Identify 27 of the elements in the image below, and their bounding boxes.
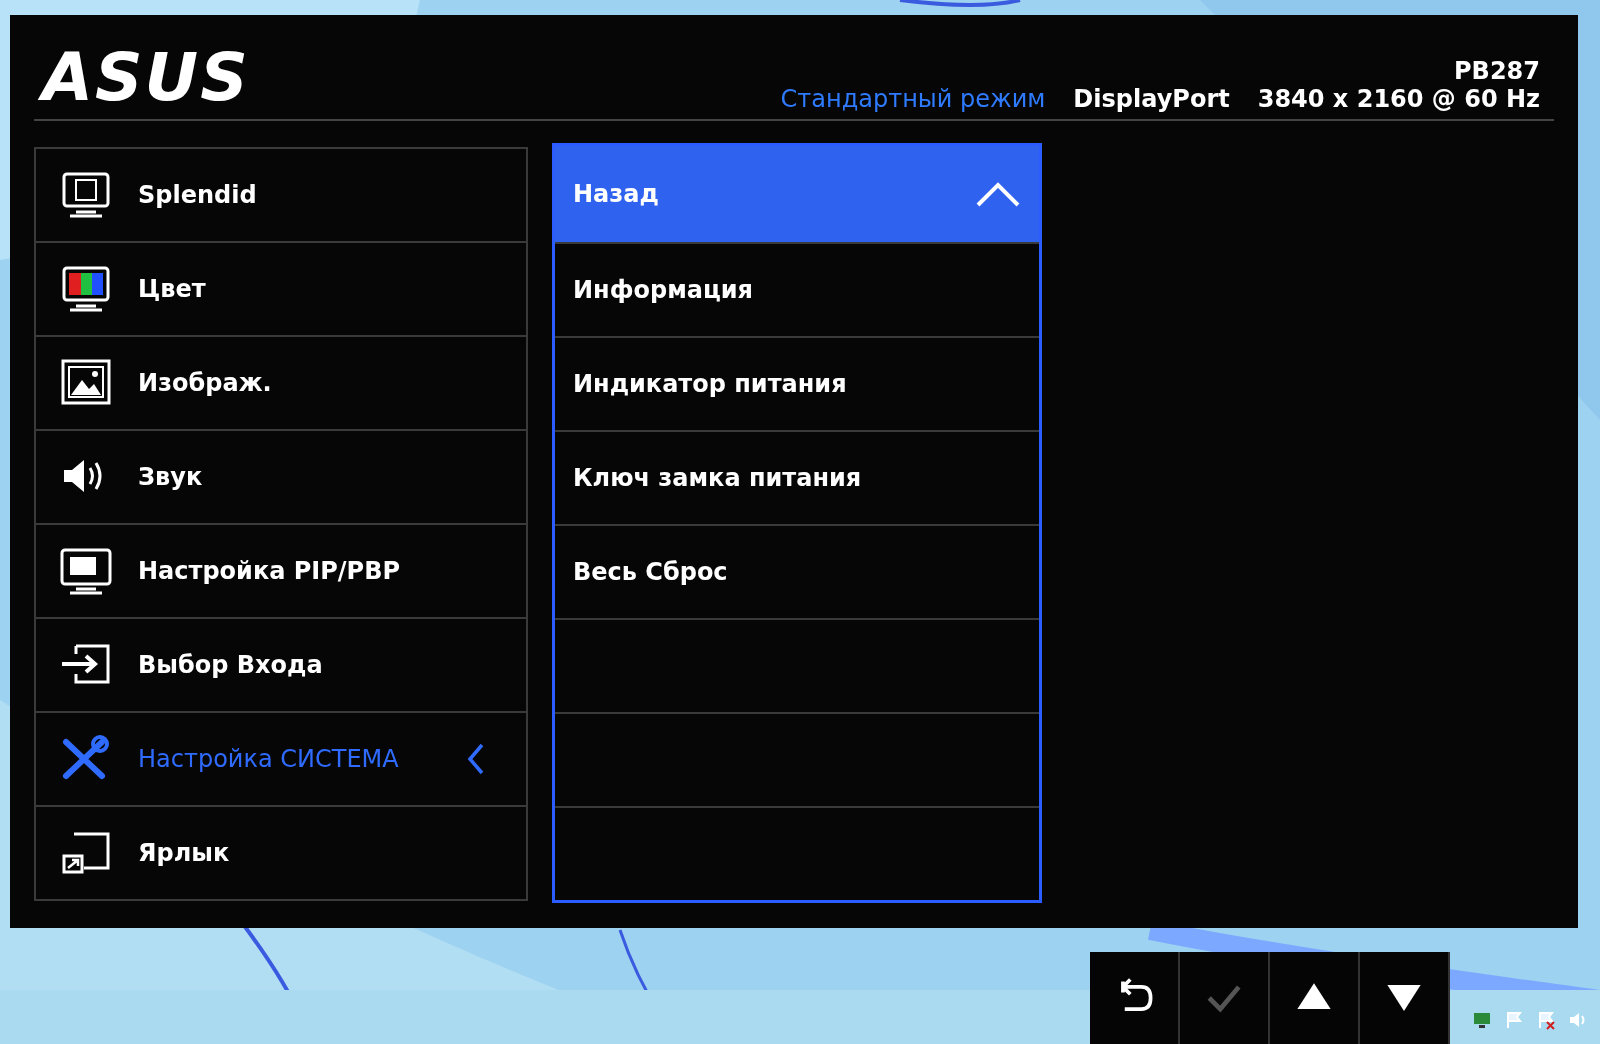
osd-key[interactable]	[1270, 952, 1360, 1044]
flag-icon	[1504, 1010, 1524, 1030]
model-name: PB287	[1454, 57, 1540, 85]
menu-item[interactable]: Ярлык	[36, 807, 526, 899]
menu-item[interactable]: Splendid	[36, 149, 526, 243]
submenu-item[interactable]: Информация	[555, 242, 1039, 336]
submenu-item[interactable]: Весь Сброс	[555, 524, 1039, 618]
back-label: Назад	[573, 180, 659, 208]
submenu-item[interactable]: Индикатор питания	[555, 336, 1039, 430]
chevron-up-icon	[975, 180, 1021, 208]
chevron-left-icon	[466, 742, 486, 776]
monitor-icon	[1472, 1010, 1492, 1030]
resolution-label: 3840 x 2160 @ 60 Hz	[1257, 85, 1540, 113]
menu-item[interactable]: Настройка PIP/PBP	[36, 525, 526, 619]
menu-item[interactable]: Выбор Входа	[36, 619, 526, 713]
menu-item[interactable]: Звук	[36, 431, 526, 525]
back-item[interactable]: Назад	[555, 146, 1039, 242]
flag-icon	[1536, 1010, 1556, 1030]
menu-item[interactable]: Настройка СИСТЕМА	[36, 713, 526, 807]
submenu-item[interactable]: Ключ замка питания	[555, 430, 1039, 524]
osd-key[interactable]	[1360, 952, 1450, 1044]
menu-item[interactable]: Цвет	[36, 243, 526, 337]
input-label: DisplayPort	[1073, 85, 1230, 113]
osd-key[interactable]	[1090, 952, 1180, 1044]
menu-item[interactable]: Изображ.	[36, 337, 526, 431]
mode-label: Стандартный режим	[780, 85, 1046, 113]
monitor-icon	[58, 546, 114, 596]
